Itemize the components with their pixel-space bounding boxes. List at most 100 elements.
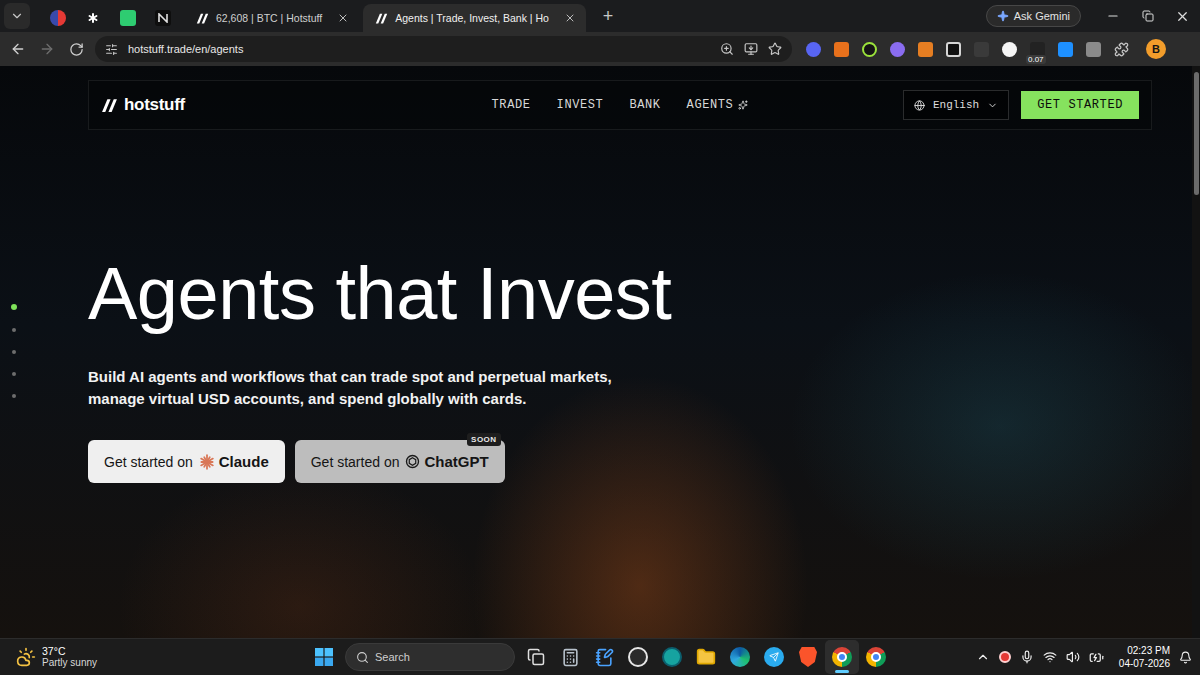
- url-text: hotstuff.trade/en/agents: [128, 43, 710, 55]
- claude-logo-icon: [199, 454, 215, 470]
- slide-dot[interactable]: [12, 372, 16, 376]
- taskbar-app[interactable]: [689, 640, 723, 674]
- wifi-icon[interactable]: [1043, 650, 1057, 664]
- extension-button[interactable]: [883, 35, 911, 63]
- notification-icon[interactable]: [1179, 651, 1192, 664]
- extension-button[interactable]: 0.07: [1023, 35, 1051, 63]
- taskbar-app[interactable]: [587, 640, 621, 674]
- extension-icon: [834, 42, 849, 57]
- extension-badge: 0.07: [1026, 55, 1046, 64]
- extension-icon: [806, 42, 821, 57]
- extension-button[interactable]: [855, 35, 883, 63]
- edge-icon: [730, 647, 750, 667]
- pinned-site-icon: [155, 10, 171, 26]
- tab-strip: 62,608 | BTC | Hotstuff Agents | Trade, I…: [0, 0, 1200, 32]
- chrome-icon: [832, 647, 852, 667]
- pinned-tab[interactable]: [75, 4, 110, 32]
- slide-dot[interactable]: [12, 328, 16, 332]
- notepad-icon: [595, 648, 614, 667]
- tab-label: Agents | Trade, Invest, Bank | Ho: [395, 12, 549, 24]
- taskbar-app[interactable]: [519, 640, 553, 674]
- extension-button[interactable]: [967, 35, 995, 63]
- slide-dot[interactable]: [12, 350, 16, 354]
- bookmark-star-icon[interactable]: [768, 42, 782, 56]
- claude-start-button[interactable]: Get started onClaude: [88, 440, 285, 483]
- extension-button[interactable]: [1079, 35, 1107, 63]
- extension-button[interactable]: [827, 35, 855, 63]
- extensions-menu-button[interactable]: [1107, 35, 1135, 63]
- extension-button[interactable]: [911, 35, 939, 63]
- nav-link[interactable]: BANK: [629, 98, 660, 112]
- hero-heading: Agents that Invest: [88, 256, 1152, 332]
- obs-icon: [628, 647, 648, 667]
- nav-link[interactable]: TRADE: [492, 98, 531, 112]
- page-scrollbar[interactable]: [1192, 66, 1200, 638]
- reload-button[interactable]: [62, 35, 90, 63]
- weather-widget[interactable]: 37°CPartly sunny: [8, 645, 307, 669]
- clock[interactable]: 02:23 PM04-07-2026: [1119, 644, 1170, 670]
- slide-dot[interactable]: [11, 304, 17, 310]
- new-tab-button[interactable]: +: [594, 2, 622, 30]
- extension-button[interactable]: [799, 35, 827, 63]
- browser-tab[interactable]: Agents | Trade, Invest, Bank | Ho: [363, 4, 586, 32]
- taskbar-app[interactable]: [791, 640, 825, 674]
- extension-button[interactable]: [995, 35, 1023, 63]
- site-info-icon[interactable]: [105, 43, 118, 56]
- hero-content: Agents that Invest Build AI agents and wo…: [88, 256, 1152, 483]
- scrollbar-thumb[interactable]: [1194, 72, 1199, 195]
- restore-button[interactable]: [1130, 0, 1165, 32]
- start-button[interactable]: [307, 640, 341, 674]
- extension-button[interactable]: [1051, 35, 1079, 63]
- minimize-button[interactable]: [1095, 0, 1130, 32]
- taskbar-apps: Search: [307, 640, 893, 674]
- site-logo[interactable]: hotstuff: [101, 95, 492, 115]
- windows-logo-icon: [315, 648, 333, 666]
- arrow-left-icon: [10, 41, 26, 57]
- extension-icon: [918, 42, 933, 57]
- taskbar-app[interactable]: [655, 640, 689, 674]
- taskbar-app[interactable]: [621, 640, 655, 674]
- back-button[interactable]: [4, 35, 32, 63]
- minimize-icon: [1106, 9, 1120, 23]
- taskbar-app[interactable]: [825, 640, 859, 674]
- get-started-button[interactable]: GET STARTED: [1021, 91, 1139, 119]
- app-icon: [662, 647, 682, 667]
- taskbar-search[interactable]: Search: [345, 643, 515, 671]
- recording-icon[interactable]: [999, 651, 1011, 663]
- close-icon: [337, 12, 349, 24]
- pinned-site-icon: [85, 10, 101, 26]
- volume-icon[interactable]: [1066, 650, 1080, 664]
- slide-dot[interactable]: [12, 394, 16, 398]
- hero-subtitle: Build AI agents and workflows that can t…: [88, 366, 1152, 410]
- zoom-icon[interactable]: [720, 42, 734, 56]
- chevron-up-icon[interactable]: [976, 650, 990, 664]
- taskbar-app[interactable]: [723, 640, 757, 674]
- nav-link[interactable]: INVEST: [557, 98, 604, 112]
- address-bar[interactable]: hotstuff.trade/en/agents: [95, 36, 792, 62]
- nav-link[interactable]: AGENTS: [687, 98, 749, 112]
- language-select[interactable]: English: [903, 90, 1009, 120]
- browser-tab[interactable]: 62,608 | BTC | Hotstuff: [184, 4, 359, 32]
- pinned-tab[interactable]: [110, 4, 145, 32]
- pinned-site-icon: [120, 10, 136, 26]
- battery-icon[interactable]: [1089, 650, 1104, 665]
- forward-button[interactable]: [33, 35, 61, 63]
- microphone-icon[interactable]: [1020, 650, 1034, 664]
- chatgpt-start-button[interactable]: Get started onChatGPTSOON: [295, 440, 505, 483]
- extension-icon: [862, 42, 877, 57]
- ask-gemini-button[interactable]: Ask Gemini: [986, 5, 1081, 27]
- tab-close-button[interactable]: [335, 10, 351, 26]
- profile-button[interactable]: B: [1146, 39, 1166, 59]
- install-app-icon[interactable]: [744, 42, 758, 56]
- close-window-button[interactable]: [1165, 0, 1200, 32]
- tab-search-button[interactable]: [4, 3, 30, 29]
- extension-button[interactable]: [939, 35, 967, 63]
- taskbar-app[interactable]: [859, 640, 893, 674]
- taskbar-app[interactable]: [553, 640, 587, 674]
- pinned-tab[interactable]: [40, 4, 75, 32]
- hotstuff-logo-icon: [101, 97, 118, 114]
- close-icon: [1175, 9, 1190, 24]
- taskbar-app[interactable]: [757, 640, 791, 674]
- pinned-tab[interactable]: [145, 4, 180, 32]
- tab-close-button[interactable]: [562, 10, 578, 26]
